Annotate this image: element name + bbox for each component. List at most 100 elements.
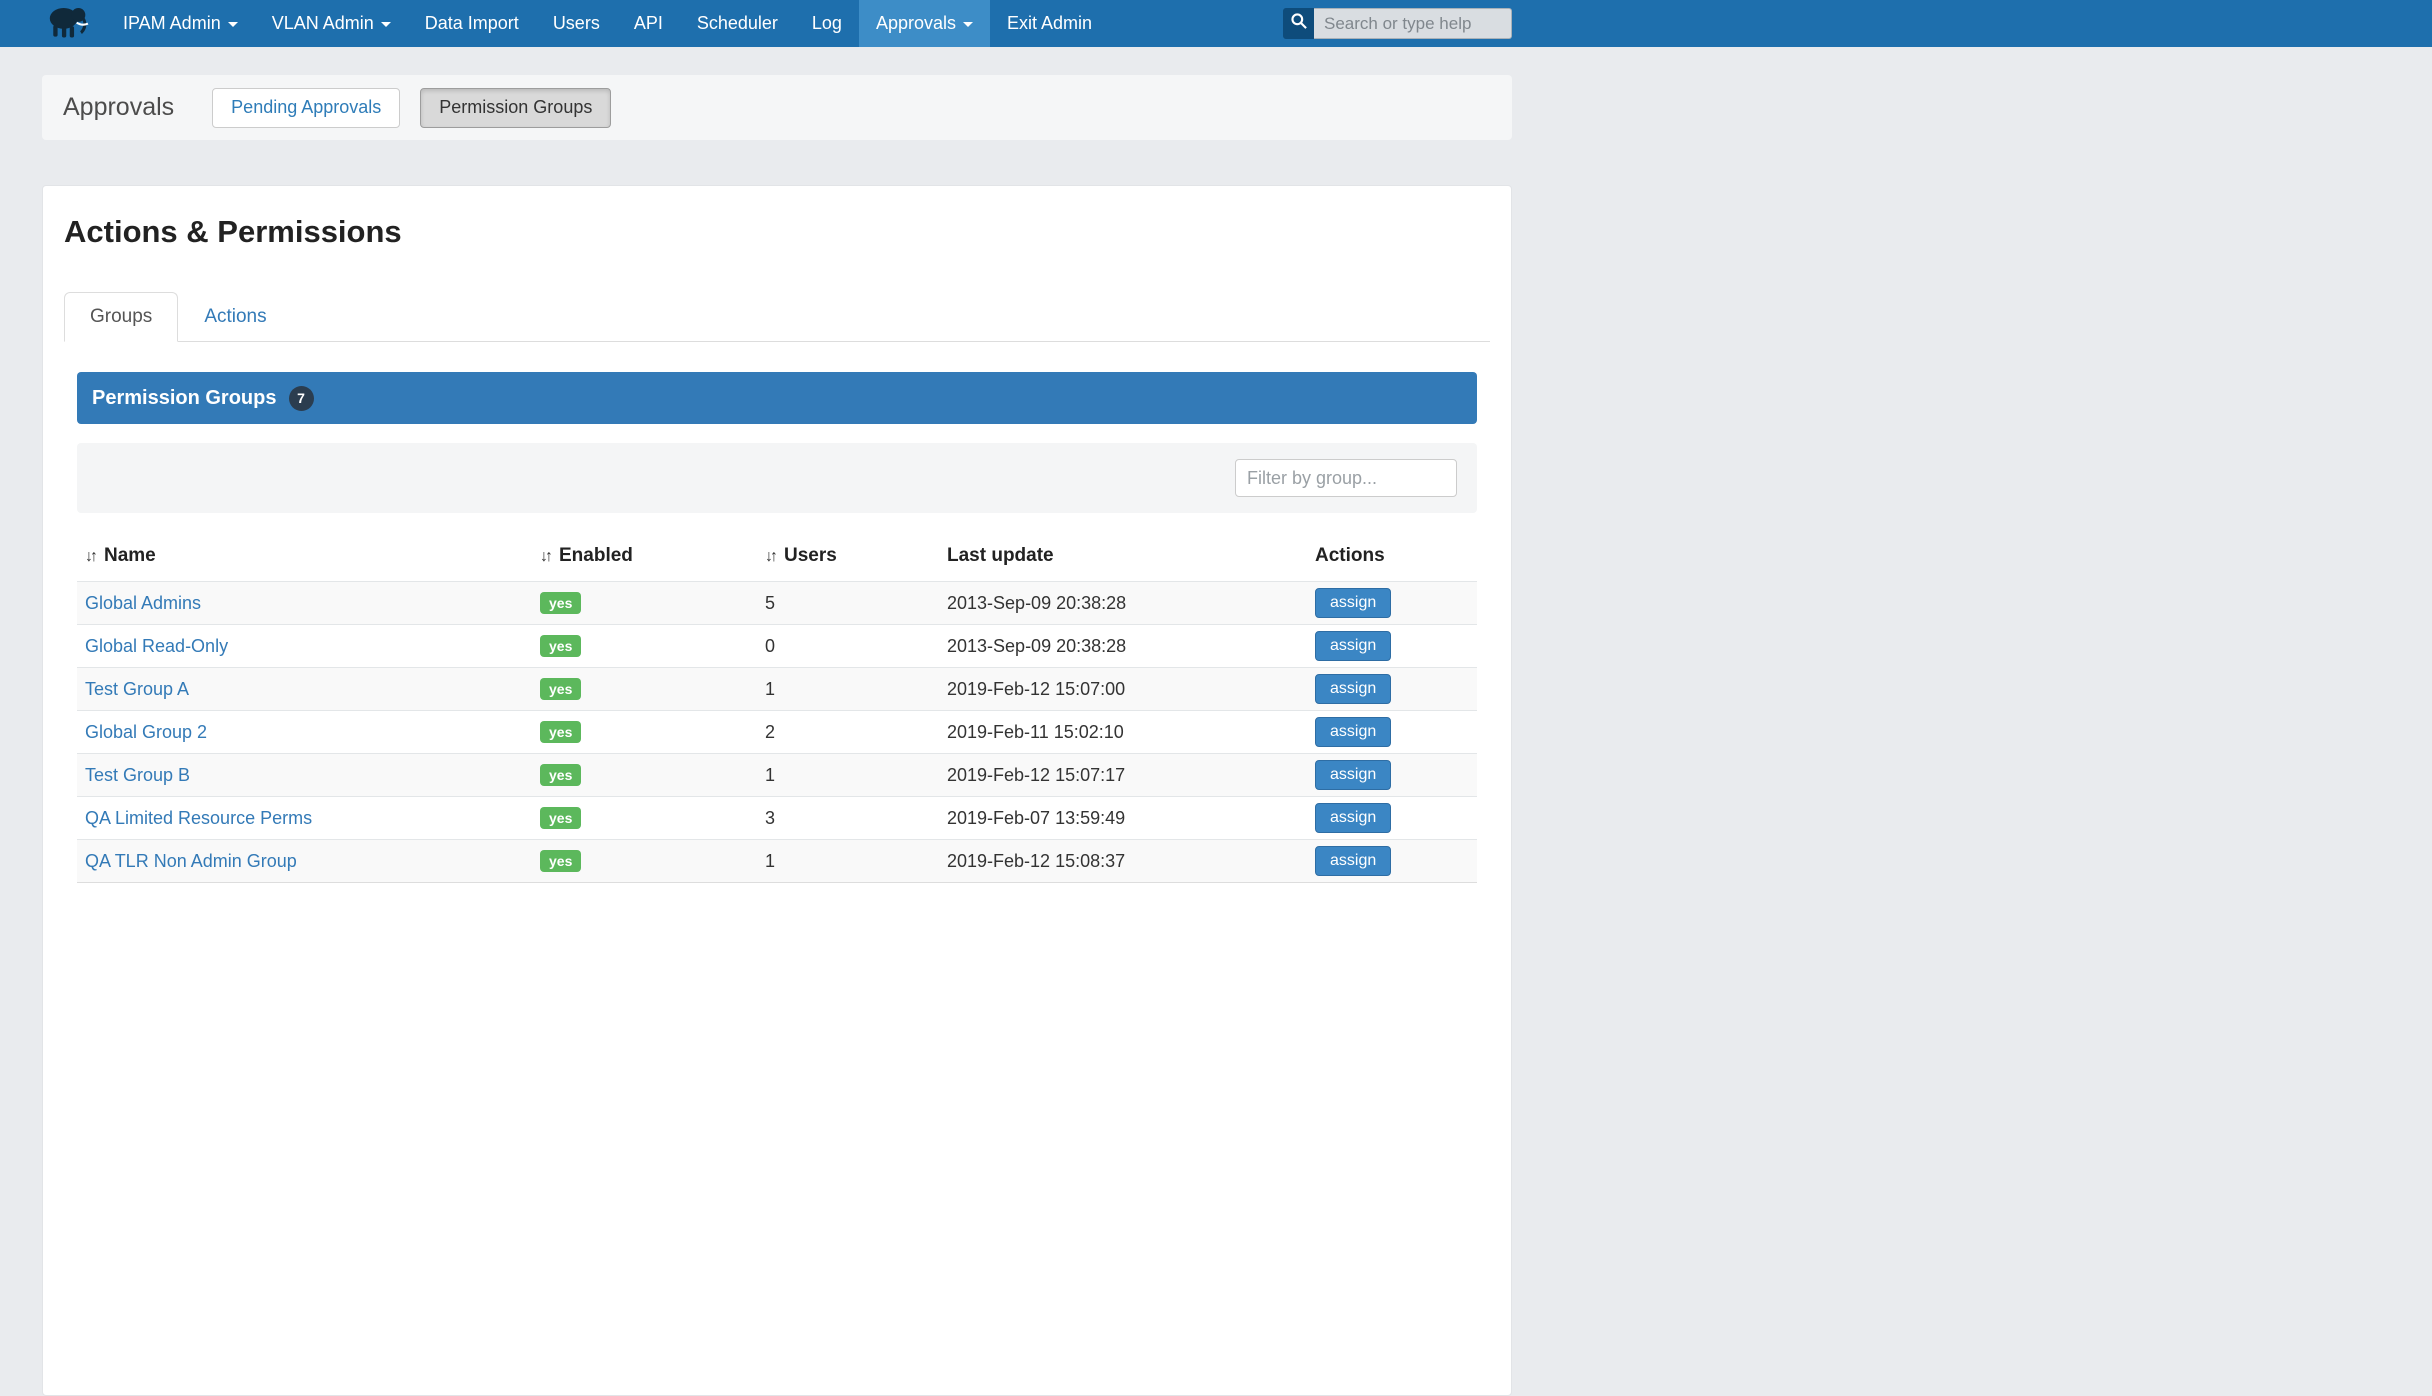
table-row: QA Limited Resource Perms yes 3 2019-Feb… (77, 797, 1477, 840)
navbar-menu: IPAM Admin VLAN Admin Data Import Users … (106, 0, 1109, 47)
last-update-value: 2019-Feb-12 15:07:00 (947, 679, 1125, 699)
table-row: Global Read-Only yes 0 2013-Sep-09 20:38… (77, 625, 1477, 668)
last-update-value: 2013-Sep-09 20:38:28 (947, 636, 1126, 656)
tab-bar: Groups Actions (64, 292, 1490, 342)
enabled-badge: yes (540, 807, 581, 829)
permission-groups-section: Permission Groups 7 ↓↑ Name (77, 372, 1477, 883)
table-row: Global Group 2 yes 2 2019-Feb-11 15:02:1… (77, 711, 1477, 754)
assign-button[interactable]: assign (1315, 803, 1391, 833)
navbar-search (1283, 8, 1512, 39)
group-name-link[interactable]: QA Limited Resource Perms (85, 808, 312, 828)
nav-item-api[interactable]: API (617, 0, 680, 47)
group-count-badge: 7 (289, 386, 314, 411)
groups-table-wrap: ↓↑ Name ↓↑ Enabled ↓↑ Users Last update (77, 533, 1477, 883)
column-header-enabled[interactable]: ↓↑ Enabled (532, 533, 757, 582)
nav-item-scheduler[interactable]: Scheduler (680, 0, 795, 47)
approvals-header-card: Approvals Pending Approvals Permission G… (42, 75, 1512, 140)
users-count: 3 (765, 808, 775, 828)
column-header-name[interactable]: ↓↑ Name (77, 533, 532, 582)
users-count: 0 (765, 636, 775, 656)
table-row: Global Admins yes 5 2013-Sep-09 20:38:28… (77, 582, 1477, 625)
users-count: 5 (765, 593, 775, 613)
chevron-down-icon (381, 22, 391, 27)
table-row: Test Group A yes 1 2019-Feb-12 15:07:00 … (77, 668, 1477, 711)
panel-title: Actions & Permissions (64, 214, 1490, 250)
users-count: 2 (765, 722, 775, 742)
last-update-value: 2019-Feb-12 15:07:17 (947, 765, 1125, 785)
column-header-label: Users (784, 545, 837, 566)
last-update-value: 2013-Sep-09 20:38:28 (947, 593, 1126, 613)
navbar-inner: IPAM Admin VLAN Admin Data Import Users … (42, 0, 1512, 47)
column-header-label: Actions (1315, 545, 1385, 566)
groups-table: ↓↑ Name ↓↑ Enabled ↓↑ Users Last update (77, 533, 1477, 883)
pending-approvals-button[interactable]: Pending Approvals (212, 88, 400, 128)
group-name-link[interactable]: Test Group A (85, 679, 189, 699)
enabled-badge: yes (540, 678, 581, 700)
column-header-actions: Actions (1307, 533, 1477, 582)
heading-title: Permission Groups (92, 387, 277, 410)
tab-actions[interactable]: Actions (178, 292, 292, 342)
sort-icon[interactable]: ↓↑ (765, 548, 775, 565)
tab-groups[interactable]: Groups (64, 292, 178, 342)
enabled-badge: yes (540, 850, 581, 872)
column-header-users[interactable]: ↓↑ Users (757, 533, 939, 582)
table-row: Test Group B yes 1 2019-Feb-12 15:07:17 … (77, 754, 1477, 797)
nav-item-label: Approvals (876, 13, 956, 34)
chevron-down-icon (228, 22, 238, 27)
column-header-last-update: Last update (939, 533, 1307, 582)
assign-button[interactable]: assign (1315, 717, 1391, 747)
nav-item-label: Data Import (425, 13, 519, 34)
assign-button[interactable]: assign (1315, 760, 1391, 790)
nav-item-label: API (634, 13, 663, 34)
search-button[interactable] (1283, 8, 1314, 39)
enabled-badge: yes (540, 635, 581, 657)
search-input[interactable] (1314, 8, 1512, 39)
sort-icon[interactable]: ↓↑ (540, 548, 550, 565)
column-header-label: Name (104, 545, 156, 566)
nav-item-label: Users (553, 13, 600, 34)
enabled-badge: yes (540, 592, 581, 614)
nav-item-label: IPAM Admin (123, 13, 221, 34)
enabled-badge: yes (540, 764, 581, 786)
last-update-value: 2019-Feb-07 13:59:49 (947, 808, 1125, 828)
group-name-link[interactable]: Test Group B (85, 765, 190, 785)
filter-toolbar (77, 443, 1477, 513)
nav-item-log[interactable]: Log (795, 0, 859, 47)
column-header-label: Last update (947, 545, 1054, 566)
permission-groups-heading: Permission Groups 7 (77, 372, 1477, 424)
permission-groups-button[interactable]: Permission Groups (420, 88, 611, 128)
assign-button[interactable]: assign (1315, 588, 1391, 618)
nav-item-vlan-admin[interactable]: VLAN Admin (255, 0, 408, 47)
group-name-link[interactable]: QA TLR Non Admin Group (85, 851, 297, 871)
chevron-down-icon (963, 22, 973, 27)
column-header-label: Enabled (559, 545, 633, 566)
last-update-value: 2019-Feb-11 15:02:10 (947, 722, 1124, 742)
nav-item-exit-admin[interactable]: Exit Admin (990, 0, 1109, 47)
group-name-link[interactable]: Global Group 2 (85, 722, 207, 742)
top-navbar: IPAM Admin VLAN Admin Data Import Users … (0, 0, 2432, 47)
nav-item-ipam-admin[interactable]: IPAM Admin (106, 0, 255, 47)
page-title: Approvals (63, 93, 174, 122)
brand-logo[interactable] (42, 0, 106, 47)
search-icon (1290, 12, 1308, 35)
filter-by-group-input[interactable] (1235, 459, 1457, 497)
group-name-link[interactable]: Global Admins (85, 593, 201, 613)
assign-button[interactable]: assign (1315, 846, 1391, 876)
sort-icon[interactable]: ↓↑ (85, 548, 95, 565)
assign-button[interactable]: assign (1315, 631, 1391, 661)
nav-item-users[interactable]: Users (536, 0, 617, 47)
group-name-link[interactable]: Global Read-Only (85, 636, 228, 656)
nav-item-label: Exit Admin (1007, 13, 1092, 34)
nav-item-data-import[interactable]: Data Import (408, 0, 536, 47)
users-count: 1 (765, 851, 775, 871)
table-header-row: ↓↑ Name ↓↑ Enabled ↓↑ Users Last update (77, 533, 1477, 582)
enabled-badge: yes (540, 721, 581, 743)
users-count: 1 (765, 765, 775, 785)
users-count: 1 (765, 679, 775, 699)
nav-item-approvals[interactable]: Approvals (859, 0, 990, 47)
actions-permissions-panel: Actions & Permissions Groups Actions Per… (42, 185, 1512, 1396)
assign-button[interactable]: assign (1315, 674, 1391, 704)
nav-item-label: Log (812, 13, 842, 34)
mammoth-logo-icon (42, 1, 94, 46)
table-row: QA TLR Non Admin Group yes 1 2019-Feb-12… (77, 840, 1477, 883)
